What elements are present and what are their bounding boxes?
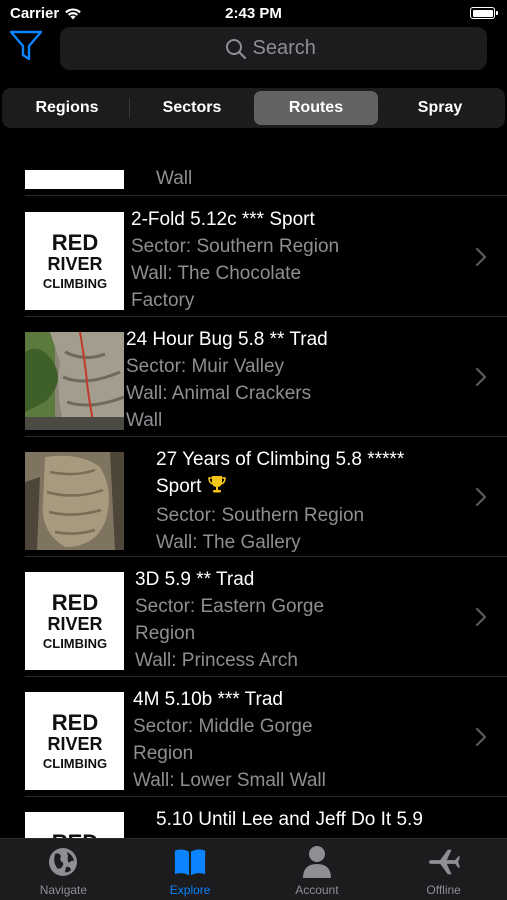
tab-explore[interactable]: Explore [127,839,254,900]
route-type: Sport [156,476,202,497]
route-wall-cont: Wall [126,410,163,431]
route-thumbnail [25,170,124,189]
chevron-right-icon [475,247,487,267]
route-title: 27 Years of Climbing 5.8 ***** [156,449,405,470]
route-sector-cont: Region [135,623,196,644]
logo-text-river: RIVER [47,614,102,634]
search-input[interactable] [252,37,323,60]
route-wall-line: Wall [156,168,193,189]
chevron-right-icon [475,487,487,507]
logo-text-red: RED [52,590,98,615]
chevron-right-icon [475,607,487,627]
route-text: 27 Years of Climbing 5.8 ***** Sport Sec… [156,446,404,556]
tab-label: Account [295,883,339,897]
route-title: 3D 5.9 ** Trad [135,569,255,590]
logo-text-climbing: CLIMBING [43,276,107,291]
route-sector-cont: Region [133,743,194,764]
red-river-climbing-logo: RED RIVER CLIMBING [25,692,124,790]
route-sector: Sector: Middle Gorge [133,716,313,737]
status-time: 2:43 PM [225,5,282,22]
red-river-climbing-logo: RED RIVER CLIMBING [25,212,124,310]
routes-list[interactable]: Wall RED RIVER CLIMBING 2-Fold 5.12c ***… [0,140,507,838]
route-wall: Wall: Princess Arch [135,650,298,671]
logo-text-red: RED [52,710,98,735]
search-icon [225,38,247,60]
route-title: 2-Fold 5.12c *** Sport [131,209,315,230]
route-sector: Sector: Muir Valley [126,356,285,377]
logo-text-climbing: CLIMBING [43,636,107,651]
globe-icon [46,845,80,879]
route-text: 5.10 Until Lee and Jeff Do It 5.9 [156,806,423,833]
filter-icon [9,30,43,61]
route-title: 24 Hour Bug 5.8 ** Trad [126,329,328,350]
tab-label: Navigate [39,883,88,897]
route-text: 4M 5.10b *** Trad Sector: Middle Gorge R… [133,686,326,794]
route-wall: Wall: The Gallery [156,532,301,553]
list-item-route[interactable]: RED 5.10 Until Lee and Jeff Do It 5.9 [0,796,507,838]
list-item-route[interactable]: 27 Years of Climbing 5.8 ***** Sport Sec… [0,436,507,557]
route-text: 3D 5.9 ** Trad Sector: Eastern Gorge Reg… [135,566,324,674]
segment-regions[interactable]: Regions [5,91,129,125]
logo-text-river: RIVER [47,734,102,754]
route-sector: Sector: Southern Region [156,505,365,526]
red-river-climbing-logo: RED RIVER CLIMBING [25,572,124,670]
status-bar: Carrier 2:43 PM [0,0,507,28]
tab-label: Offline [426,883,461,897]
route-text: Wall [156,165,192,192]
route-text: 24 Hour Bug 5.8 ** Trad Sector: Muir Val… [126,326,328,434]
list-item-partial[interactable]: Wall [0,140,507,196]
search-bar[interactable] [60,27,487,70]
segment-sectors[interactable]: Sectors [130,91,254,125]
segment-routes[interactable]: Routes [254,91,378,125]
route-photo [25,332,124,430]
route-text: 2-Fold 5.12c *** Sport Sector: Southern … [131,206,339,314]
route-wall: Wall: The Chocolate [131,263,302,284]
airplane-icon [427,845,461,879]
tab-label: Explore [169,883,211,897]
route-photo [25,452,124,550]
trophy-icon [207,474,227,502]
book-icon [173,845,207,879]
red-river-climbing-logo: RED [25,812,124,838]
list-item-route[interactable]: RED RIVER CLIMBING 3D 5.9 ** Trad Sector… [0,556,507,677]
segmented-control: Regions Sectors Routes Spray [2,88,505,128]
tab-bar: Navigate Explore Account Offline [0,838,507,900]
battery-icon [470,7,498,19]
list-item-route[interactable]: 24 Hour Bug 5.8 ** Trad Sector: Muir Val… [0,316,507,437]
tab-account[interactable]: Account [254,839,381,900]
tab-navigate[interactable]: Navigate [0,839,127,900]
person-icon [300,845,334,879]
route-title-cont: Sport [156,473,404,502]
route-sector: Sector: Southern Region [131,236,340,257]
logo-text-red: RED [52,230,98,255]
tab-offline[interactable]: Offline [380,839,507,900]
logo-text-red: RED [52,830,98,838]
chevron-right-icon [475,727,487,747]
route-wall-cont: Factory [131,290,195,311]
route-wall: Wall: Lower Small Wall [133,770,326,791]
route-wall: Wall: Animal Crackers [126,383,312,404]
list-item-route[interactable]: RED RIVER CLIMBING 2-Fold 5.12c *** Spor… [0,196,507,317]
list-item-route[interactable]: RED RIVER CLIMBING 4M 5.10b *** Trad Sec… [0,676,507,797]
route-title: 4M 5.10b *** Trad [133,689,283,710]
chevron-right-icon [475,367,487,387]
logo-text-river: RIVER [47,254,102,274]
route-sector: Sector: Eastern Gorge [135,596,325,617]
route-title: 5.10 Until Lee and Jeff Do It 5.9 [156,809,423,830]
logo-text-climbing: CLIMBING [43,756,107,771]
segment-spray[interactable]: Spray [378,91,502,125]
filter-button[interactable] [7,28,45,64]
